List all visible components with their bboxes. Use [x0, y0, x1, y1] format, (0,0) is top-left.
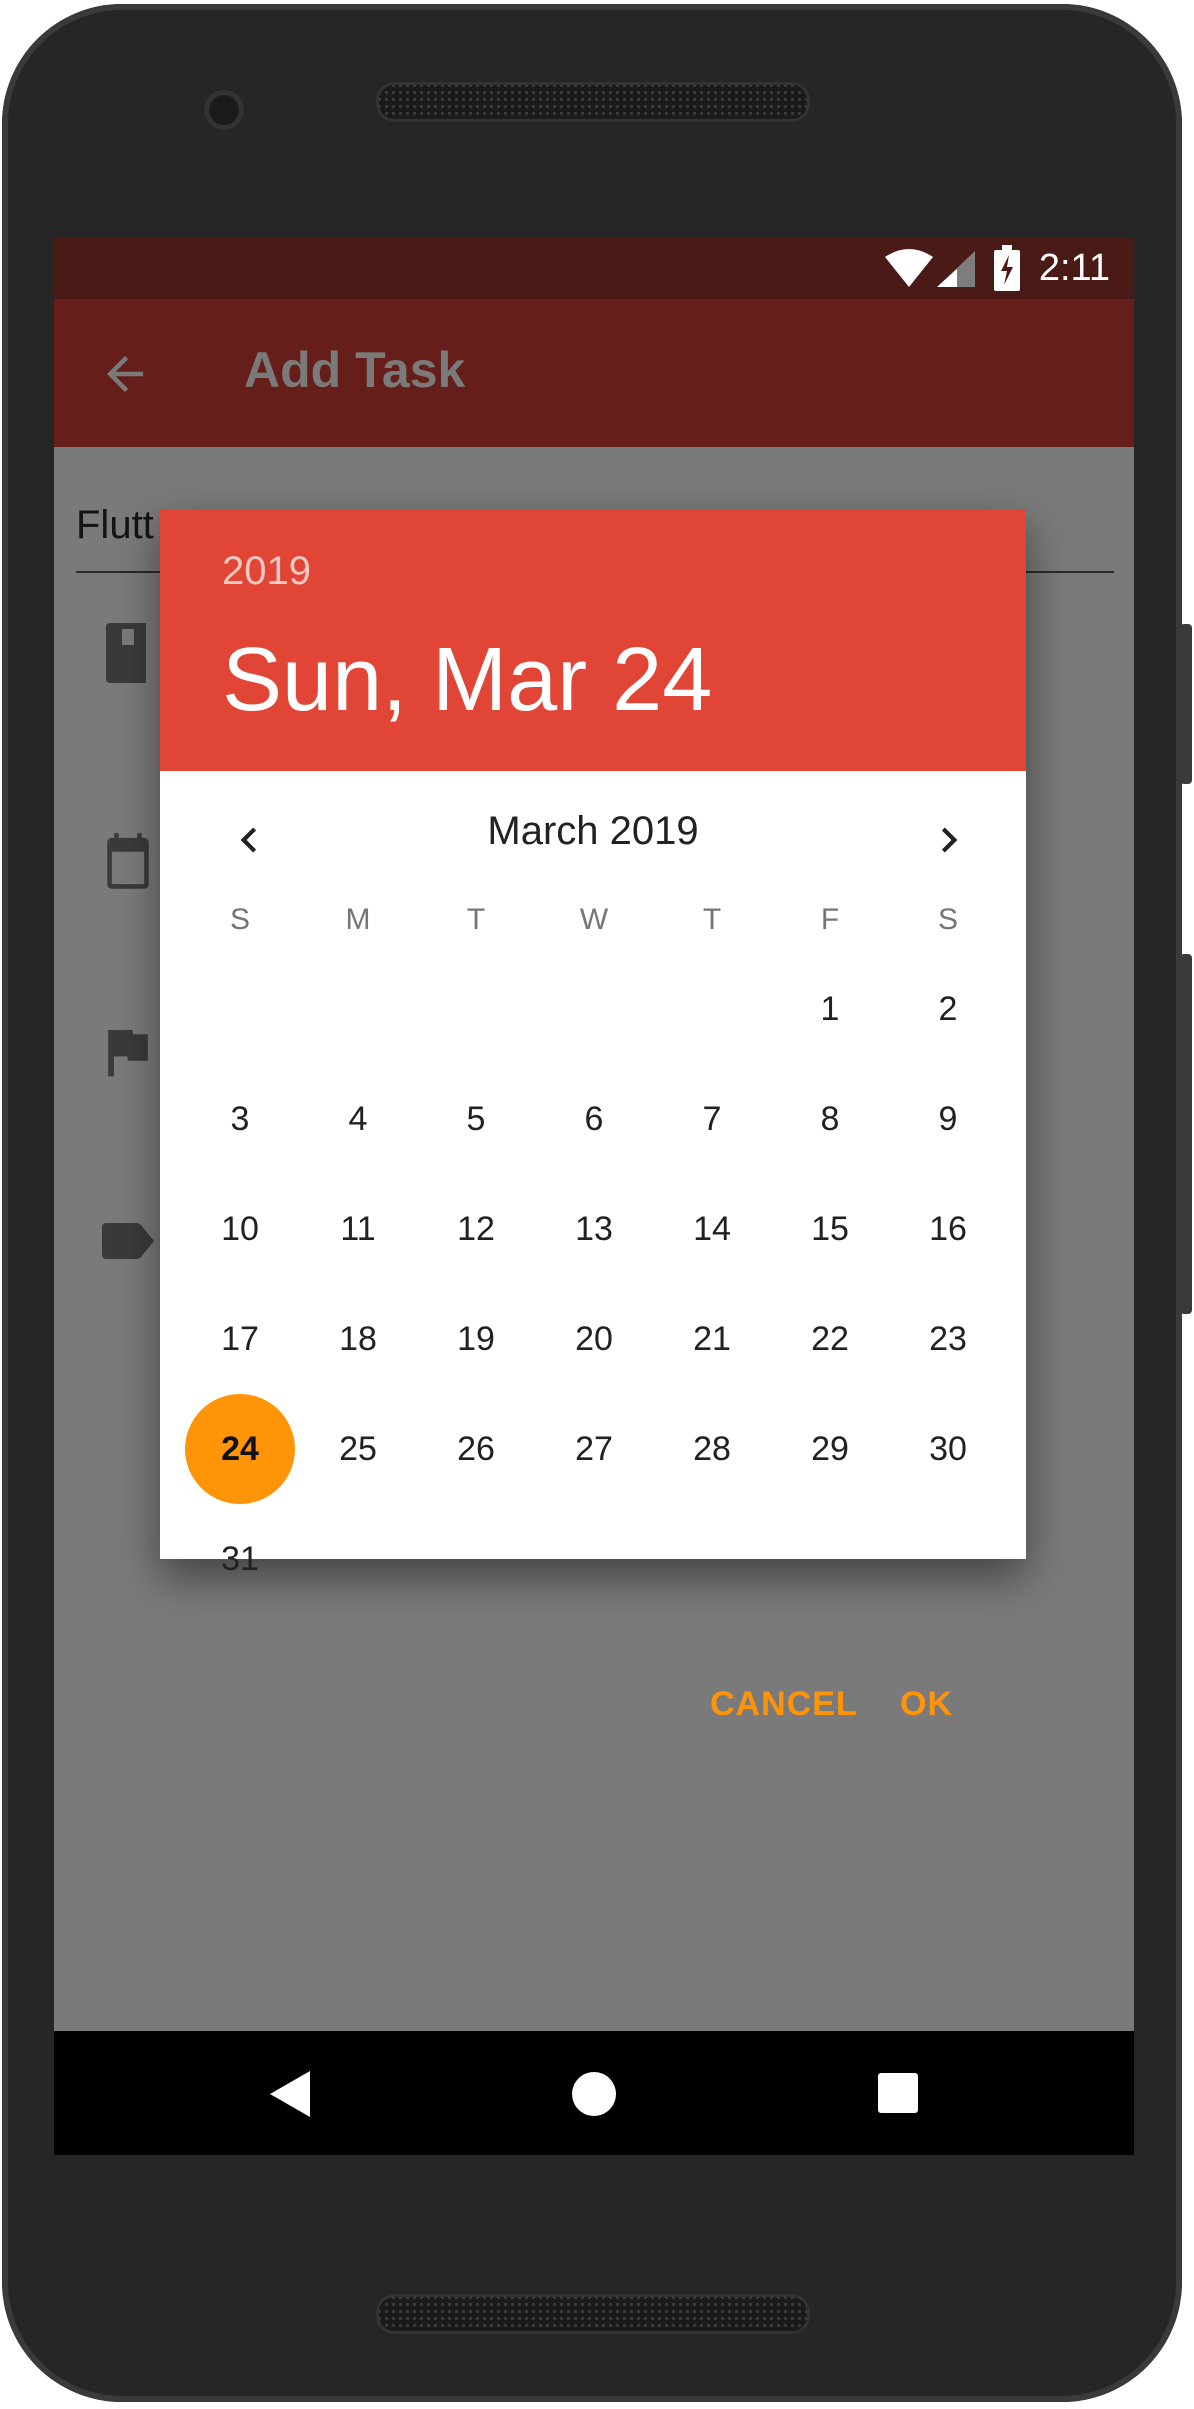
weekday-label: W: [579, 903, 609, 936]
app-bar: Add Task: [54, 299, 1134, 447]
day-cell[interactable]: 16: [889, 1209, 1007, 1249]
phone-speaker-bottom: [376, 2294, 810, 2334]
weekday-label: T: [702, 903, 722, 936]
weekday-label: F: [820, 903, 840, 936]
date-picker-header: 2019 Sun, Mar 24: [160, 509, 1026, 771]
day-cell[interactable]: 5: [417, 1099, 535, 1139]
day-cell[interactable]: 29: [771, 1429, 889, 1469]
day-cell[interactable]: 10: [181, 1209, 299, 1249]
day-cell[interactable]: 28: [653, 1429, 771, 1469]
day-cell[interactable]: 19: [417, 1319, 535, 1359]
day-cell[interactable]: 1: [771, 989, 889, 1029]
day-cell[interactable]: 22: [771, 1319, 889, 1359]
nav-back-icon[interactable]: [270, 2071, 310, 2117]
phone-side-button-power: [1180, 624, 1192, 784]
arrow-back-icon[interactable]: [98, 347, 152, 401]
day-cell-selected[interactable]: 24: [185, 1394, 295, 1504]
month-label: March 2019: [487, 809, 699, 853]
day-cell[interactable]: 12: [417, 1209, 535, 1249]
header-selected-date[interactable]: Sun, Mar 24: [222, 629, 712, 732]
day-cell[interactable]: 15: [771, 1209, 889, 1249]
page-title: Add Task: [244, 342, 466, 398]
day-cell[interactable]: 2: [889, 989, 1007, 1029]
day-cell[interactable]: 8: [771, 1099, 889, 1139]
phone-screen: 2:11 Add Task Flutt 2019 Sun, Mar 24 Mar…: [54, 237, 1134, 2155]
calendar-icon[interactable]: [100, 831, 156, 891]
ok-button[interactable]: OK: [900, 1685, 953, 1724]
day-cell[interactable]: 27: [535, 1429, 653, 1469]
phone-frame: 2:11 Add Task Flutt 2019 Sun, Mar 24 Mar…: [2, 4, 1192, 2402]
weekday-label: T: [466, 903, 486, 936]
day-cell[interactable]: 26: [417, 1429, 535, 1469]
weekday-label: S: [229, 903, 250, 936]
wifi-icon: [885, 249, 933, 287]
nav-home-icon[interactable]: [572, 2072, 616, 2116]
day-cell[interactable]: 31: [181, 1539, 299, 1579]
weekday-label: M: [345, 903, 371, 936]
day-cell[interactable]: 4: [299, 1099, 417, 1139]
phone-side-button-volume: [1180, 954, 1192, 1314]
battery-charging-icon: [994, 245, 1020, 291]
day-cell[interactable]: 11: [299, 1209, 417, 1249]
header-year[interactable]: 2019: [222, 549, 311, 594]
day-cell[interactable]: 20: [535, 1319, 653, 1359]
status-time: 2:11: [1038, 247, 1110, 289]
day-cell[interactable]: 6: [535, 1099, 653, 1139]
task-name-field[interactable]: Flutt: [76, 503, 154, 548]
phone-camera: [204, 90, 244, 130]
nav-recents-icon[interactable]: [878, 2073, 918, 2113]
phone-speaker-top: [376, 82, 810, 122]
day-cell[interactable]: 7: [653, 1099, 771, 1139]
day-cell[interactable]: 18: [299, 1319, 417, 1359]
weekday-label: S: [937, 903, 958, 936]
chevron-right-icon[interactable]: [924, 815, 974, 865]
day-cell[interactable]: 9: [889, 1099, 1007, 1139]
book-icon[interactable]: [102, 623, 150, 683]
date-picker-dialog: 2019 Sun, Mar 24 March 2019 SMTWTFS 1234…: [160, 509, 1026, 1723]
day-cell[interactable]: 21: [653, 1319, 771, 1359]
day-cell[interactable]: 13: [535, 1209, 653, 1249]
flag-icon[interactable]: [106, 1027, 150, 1077]
day-cell[interactable]: 17: [181, 1319, 299, 1359]
signal-icon: [937, 251, 975, 287]
cancel-button[interactable]: CANCEL: [710, 1685, 858, 1724]
day-cell[interactable]: 30: [889, 1429, 1007, 1469]
label-icon[interactable]: [102, 1223, 154, 1259]
status-bar: 2:11: [54, 237, 1134, 299]
system-nav-bar: [54, 2031, 1134, 2155]
day-cell[interactable]: 25: [299, 1429, 417, 1469]
day-cell[interactable]: 23: [889, 1319, 1007, 1359]
day-cell[interactable]: 3: [181, 1099, 299, 1139]
day-cell[interactable]: 14: [653, 1209, 771, 1249]
